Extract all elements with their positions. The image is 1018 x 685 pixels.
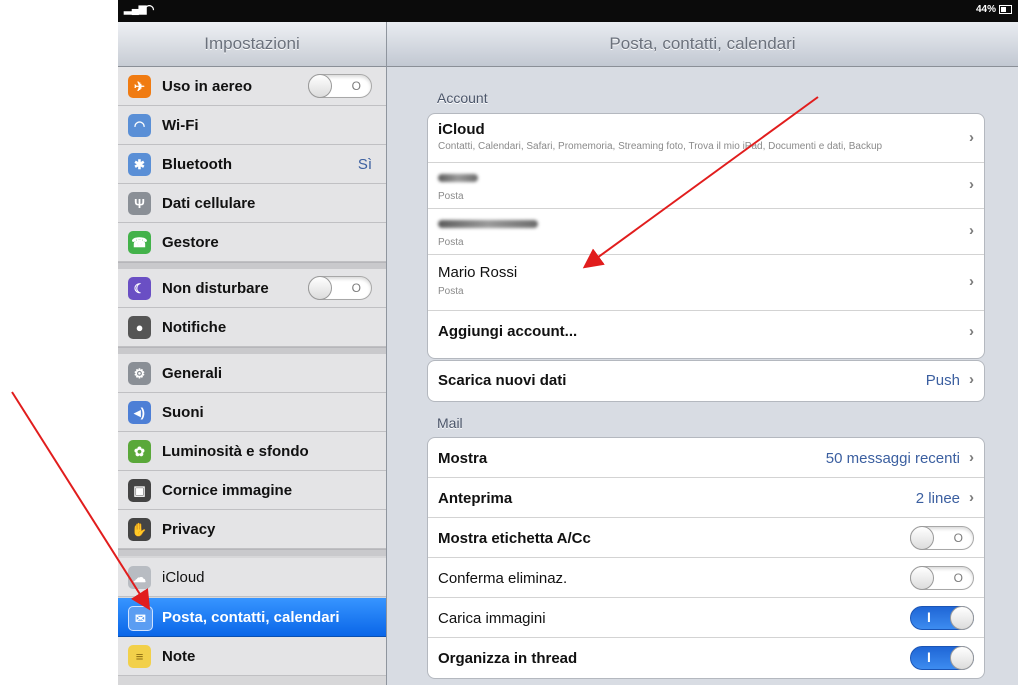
annotation-arrow-sidebar: [11, 391, 151, 611]
annotation-arrow-account: [582, 96, 819, 269]
annotation-arrows: [11, 96, 819, 611]
